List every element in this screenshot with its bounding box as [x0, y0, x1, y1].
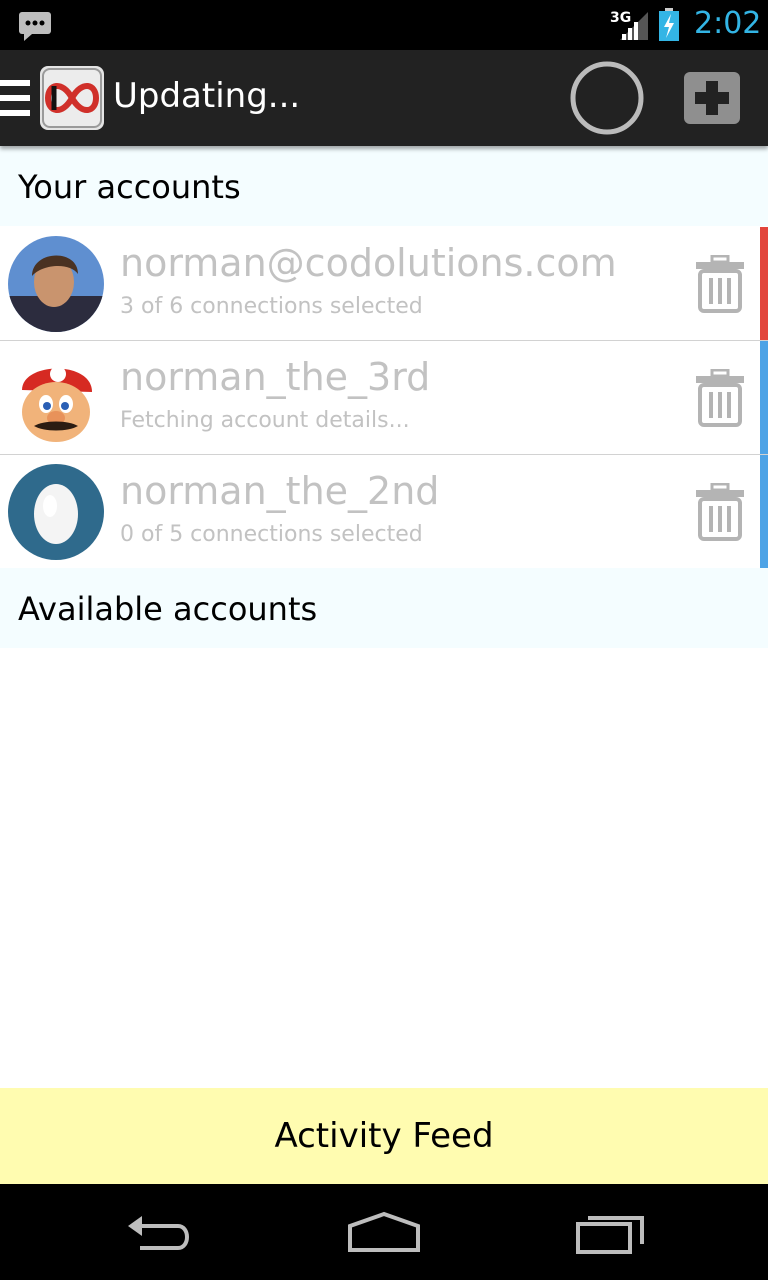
- trash-icon[interactable]: [694, 368, 746, 431]
- navigation-bar: [0, 1184, 768, 1280]
- account-status: Fetching account details...: [120, 408, 410, 433]
- account-row[interactable]: norman_the_3rd Fetching account details.…: [0, 341, 768, 455]
- activity-feed-label: Activity Feed: [274, 1116, 494, 1156]
- account-row[interactable]: norman@codolutions.com 3 of 6 connection…: [0, 227, 768, 341]
- available-accounts-header: Available accounts: [0, 568, 768, 648]
- photo-avatar: [8, 236, 104, 332]
- battery-charging-icon: [658, 8, 680, 46]
- egg-avatar: [8, 464, 104, 560]
- account-name: norman_the_3rd: [120, 355, 431, 399]
- signal-icon: [618, 10, 650, 46]
- mario-avatar: [8, 350, 104, 446]
- account-status: 3 of 6 connections selected: [120, 294, 423, 319]
- account-name: norman_the_2nd: [120, 469, 440, 513]
- add-icon: [695, 81, 729, 115]
- account-color-stripe: [760, 341, 768, 454]
- action-bar: Updating...: [0, 50, 768, 146]
- account-status: 0 of 5 connections selected: [120, 522, 423, 547]
- your-accounts-header: Your accounts: [0, 146, 768, 226]
- message-icon: [18, 11, 52, 45]
- back-icon[interactable]: [124, 1208, 196, 1260]
- clock: 2:02: [694, 6, 762, 41]
- trash-icon[interactable]: [694, 482, 746, 545]
- your-accounts-label: Your accounts: [18, 168, 241, 206]
- activity-feed-button[interactable]: Activity Feed: [0, 1088, 768, 1184]
- available-accounts-label: Available accounts: [18, 590, 318, 628]
- account-row[interactable]: norman_the_2nd 0 of 5 connections select…: [0, 455, 768, 569]
- loading-spinner: [570, 61, 644, 135]
- account-color-stripe: [760, 455, 768, 568]
- status-bar: 3G 2:02: [0, 0, 768, 50]
- recent-apps-icon[interactable]: [574, 1208, 646, 1260]
- screen-title: Updating...: [113, 76, 301, 116]
- drawer-icon[interactable]: [0, 78, 32, 122]
- account-color-stripe: [760, 227, 768, 340]
- home-icon[interactable]: [346, 1208, 422, 1260]
- add-account-button[interactable]: [684, 72, 740, 124]
- app-logo[interactable]: [40, 66, 104, 130]
- trash-icon[interactable]: [694, 254, 746, 317]
- account-name: norman@codolutions.com: [120, 241, 617, 285]
